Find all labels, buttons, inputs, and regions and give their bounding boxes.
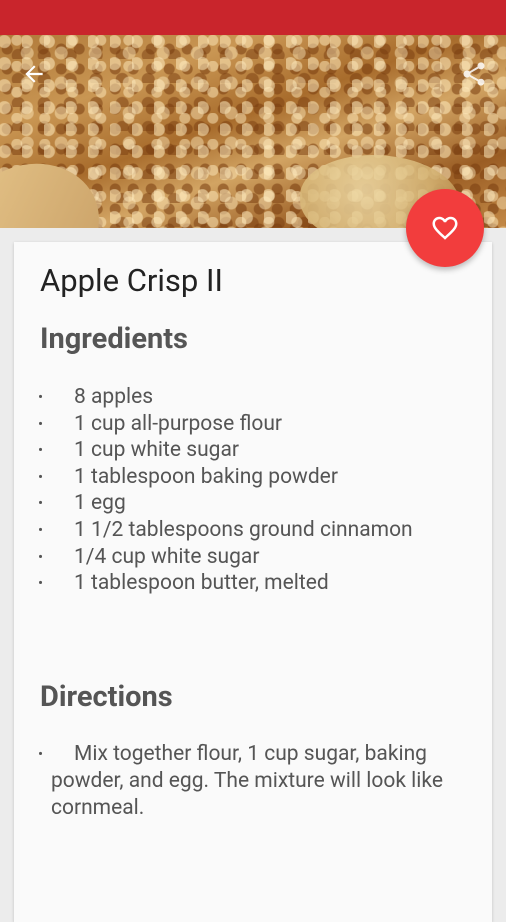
ingredient-item: 1 cup all-purpose flour	[36, 411, 476, 438]
ingredient-item: 8 apples	[36, 384, 476, 411]
direction-step: Mix together flour, 1 cup sugar, baking …	[36, 741, 482, 822]
ingredient-item: 1/4 cup white sugar	[36, 544, 476, 571]
direction-list: Mix together flour, 1 cup sugar, baking …	[36, 741, 482, 822]
baking-dish-edge	[0, 144, 117, 228]
heart-outline-icon	[432, 216, 458, 240]
ingredient-item: 1 egg	[36, 490, 476, 517]
share-button[interactable]	[454, 54, 494, 94]
ingredient-item: 1 cup white sugar	[36, 437, 476, 464]
favorite-button[interactable]	[406, 189, 484, 267]
ingredient-list: 8 apples 1 cup all-purpose flour 1 cup w…	[36, 384, 476, 597]
share-icon	[463, 62, 485, 86]
recipe-title: Apple Crisp II	[40, 262, 223, 299]
ingredients-heading: Ingredients	[40, 322, 188, 356]
arrow-back-icon	[25, 65, 43, 83]
ingredient-item: 1 tablespoon baking powder	[36, 464, 476, 491]
ingredient-item: 1 tablespoon butter, melted	[36, 570, 476, 597]
back-button[interactable]	[14, 54, 54, 94]
directions-heading: Directions	[40, 680, 173, 714]
status-bar	[0, 0, 506, 35]
ingredient-item: 1 1/2 tablespoons ground cinnamon	[36, 517, 476, 544]
